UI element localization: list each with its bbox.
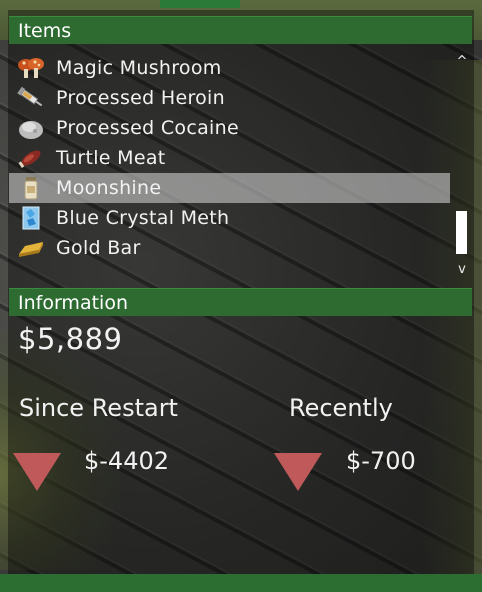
item-turtle-meat[interactable]: Turtle Meat: [9, 143, 451, 173]
meat-icon: [17, 146, 45, 170]
scroll-down-button[interactable]: v: [452, 263, 472, 277]
down-arrow-icon: [13, 453, 61, 491]
item-processed-heroin[interactable]: Processed Heroin: [9, 83, 451, 113]
scroll-up-button[interactable]: ^: [452, 55, 472, 69]
items-header: Items: [9, 16, 472, 44]
blue-crystal-icon: [17, 206, 45, 230]
down-arrow-icon: [274, 453, 322, 491]
item-label: Moonshine: [56, 177, 162, 199]
item-label: Gold Bar: [56, 237, 141, 259]
item-magic-mushroom[interactable]: Magic Mushroom: [9, 53, 451, 83]
item-moonshine[interactable]: Moonshine: [9, 173, 450, 203]
items-list: Magic Mushroom Processed Heroin Processe…: [9, 53, 451, 263]
powder-pile-icon: [17, 116, 45, 140]
since-restart-value: $-4402: [84, 447, 170, 475]
bottom-accent-strip: [0, 574, 482, 592]
syringe-icon: [17, 86, 45, 110]
mushroom-icon: [17, 56, 45, 80]
top-accent-strip: [160, 0, 240, 8]
gold-bar-icon: [17, 236, 45, 260]
item-processed-cocaine[interactable]: Processed Cocaine: [9, 113, 451, 143]
item-gold-bar[interactable]: Gold Bar: [9, 233, 451, 263]
item-label: Blue Crystal Meth: [56, 207, 230, 229]
item-blue-crystal-meth[interactable]: Blue Crystal Meth: [9, 203, 451, 233]
item-label: Turtle Meat: [56, 147, 166, 169]
item-label: Processed Heroin: [56, 87, 225, 109]
recently-value: $-700: [346, 447, 416, 475]
items-scrollbar[interactable]: ^ v: [452, 55, 472, 277]
since-restart-label: Since Restart: [19, 394, 178, 422]
item-label: Magic Mushroom: [56, 57, 222, 79]
jar-icon: [17, 176, 45, 200]
total-money-value: $5,889: [18, 322, 123, 356]
recently-label: Recently: [289, 394, 393, 422]
item-label: Processed Cocaine: [56, 117, 239, 139]
scroll-thumb[interactable]: [456, 211, 467, 254]
information-header: Information: [9, 288, 472, 316]
